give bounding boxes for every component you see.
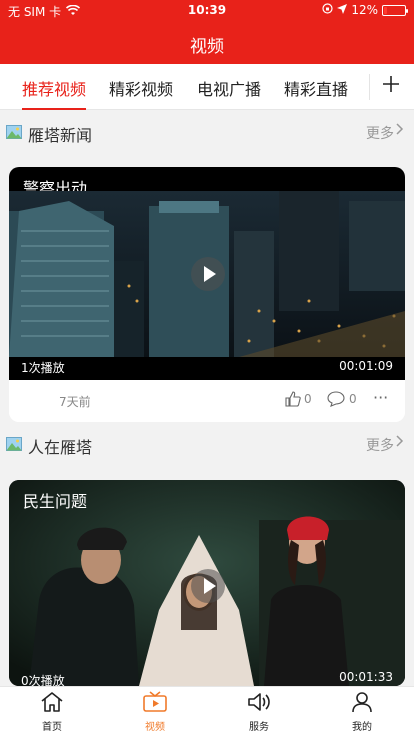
video-card[interactable]: 警察出动 1次播放 00:01:09 7天前 0 0 ··· xyxy=(9,167,405,422)
image-icon xyxy=(6,125,22,139)
section-title: 人在雁塔 xyxy=(28,438,93,457)
page-title: 视频 xyxy=(190,37,224,57)
plus-icon[interactable] xyxy=(378,72,404,98)
top-bar: 无 SIM 卡 10:39 12% 视频 xyxy=(0,0,414,64)
section-header-yanta-news: 雁塔新闻 更多 xyxy=(0,120,414,150)
tab-live[interactable]: 精彩直播 xyxy=(284,76,348,100)
comment-button[interactable]: 0 xyxy=(327,391,357,407)
comment-icon xyxy=(327,391,345,407)
nav-home[interactable]: 首页 xyxy=(22,691,82,733)
video-title: 民生问题 xyxy=(23,492,88,511)
rotation-lock-icon xyxy=(322,3,333,17)
more-options-icon[interactable]: ··· xyxy=(373,388,388,407)
video-duration: 00:01:33 xyxy=(339,670,393,684)
tab-tv-broadcast[interactable]: 电视广播 xyxy=(197,76,261,100)
battery-level xyxy=(384,6,387,14)
nav-video[interactable]: 视频 xyxy=(125,691,185,733)
tab-label: 精彩视频 xyxy=(109,80,174,99)
speaker-icon xyxy=(248,693,270,711)
tab-featured-videos[interactable]: 精彩视频 xyxy=(109,76,173,100)
person-icon xyxy=(352,692,372,713)
active-tab-underline xyxy=(22,108,87,110)
tab-divider xyxy=(369,74,370,100)
battery-icon xyxy=(382,4,408,16)
play-count: 1次播放 xyxy=(21,361,65,375)
chevron-right-icon[interactable] xyxy=(396,123,404,139)
category-tabs: 推荐视频 精彩视频 电视广播 精彩直播 xyxy=(0,64,414,110)
section-header-people-in-yanta: 人在雁塔 更多 xyxy=(0,432,414,462)
nav-label: 服务 xyxy=(249,722,269,733)
video-duration: 00:01:09 xyxy=(339,359,393,373)
more-link[interactable]: 更多 xyxy=(366,435,394,455)
thumbs-up-icon xyxy=(285,391,301,407)
tab-recommended[interactable]: 推荐视频 xyxy=(22,76,87,110)
publish-age: 7天前 xyxy=(59,395,91,409)
nav-profile[interactable]: 我的 xyxy=(332,691,392,733)
like-count: 0 xyxy=(304,392,312,406)
bottom-tab-bar: 首页 视频 服务 我的 xyxy=(0,686,414,736)
nav-label: 视频 xyxy=(145,722,165,733)
nav-label: 首页 xyxy=(42,722,62,733)
tab-label: 电视广播 xyxy=(197,80,262,99)
comment-count: 0 xyxy=(349,392,357,406)
image-icon xyxy=(6,437,22,451)
nav-service[interactable]: 服务 xyxy=(229,691,289,733)
tab-label: 推荐视频 xyxy=(22,80,87,99)
more-link[interactable]: 更多 xyxy=(366,123,394,143)
status-bar: 无 SIM 卡 10:39 12% xyxy=(0,0,414,20)
tv-icon xyxy=(143,691,167,712)
video-meta-bar: 7天前 0 0 ··· xyxy=(9,380,405,422)
chevron-right-icon[interactable] xyxy=(396,435,404,451)
play-count: 0次播放 xyxy=(21,674,65,686)
battery-percent: 12% xyxy=(351,3,378,17)
tab-label: 精彩直播 xyxy=(284,80,349,99)
section-title: 雁塔新闻 xyxy=(28,126,93,145)
video-card[interactable]: 民生问题 0次播放 00:01:33 xyxy=(9,480,405,686)
location-icon xyxy=(337,3,348,17)
play-icon[interactable] xyxy=(191,257,225,291)
nav-label: 我的 xyxy=(352,722,372,733)
like-button[interactable]: 0 xyxy=(285,391,312,407)
home-icon xyxy=(41,692,63,712)
play-icon[interactable] xyxy=(191,569,225,603)
